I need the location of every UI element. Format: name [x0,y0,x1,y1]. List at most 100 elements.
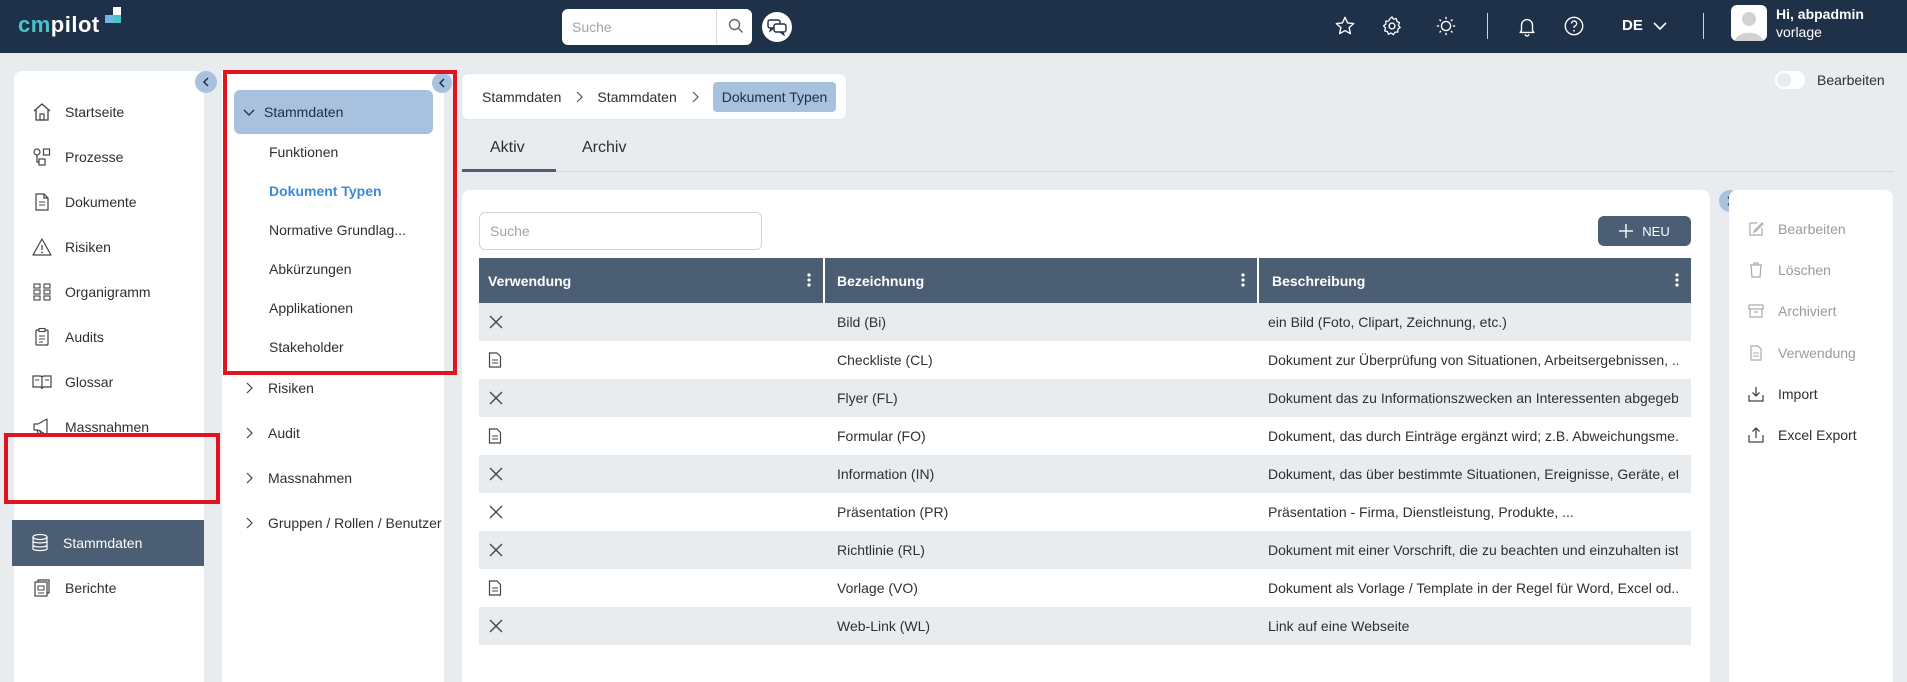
table-row[interactable]: Web-Link (WL) Link auf eine Webseite [479,607,1691,645]
table-row[interactable]: Präsentation (PR) Präsentation - Firma, D… [479,493,1691,531]
new-button[interactable]: NEU [1598,216,1691,246]
toggle-switch[interactable] [1775,71,1805,89]
cell-beschreibung: Dokument als Vorlage / Template in der R… [1268,580,1678,596]
sidebar-item-stammdaten[interactable]: Stammdaten [12,520,204,566]
table-row[interactable]: Vorlage (VO) Dokument als Vorlage / Templ… [479,569,1691,607]
subnav-group-risiken[interactable]: Risiken [244,380,314,396]
sidebar-item-organigramm[interactable]: Organigramm [14,270,204,314]
user-greeting: Hi, abpadmin [1776,6,1864,22]
chevron-down-icon[interactable] [1652,18,1668,34]
action-label: Löschen [1778,262,1831,278]
table-row[interactable]: Flyer (FL) Dokument das zu Informationszw… [479,379,1691,417]
column-menu-icon[interactable] [1241,273,1245,287]
warning-icon [31,236,53,258]
sidebar-item-label: Prozesse [65,149,124,165]
table-search-input[interactable] [479,212,762,250]
action-bearbeiten[interactable]: Bearbeiten [1746,219,1846,239]
action-label: Verwendung [1778,345,1856,361]
global-search [562,9,752,45]
table-row[interactable]: Bild (Bi) ein Bild (Foto, Clipart, Zeichn… [479,303,1691,341]
column-header-label: Beschreibung [1272,272,1366,289]
app-logo[interactable]: cmpilot [18,7,121,42]
breadcrumb-item[interactable]: Stammdaten [597,89,676,105]
sidebar-collapse-button[interactable] [195,71,217,93]
cell-beschreibung: Link auf eine Webseite [1268,618,1410,634]
action-import[interactable]: Import [1746,384,1818,404]
column-menu-icon[interactable] [807,273,811,287]
subnav-group-massnahmen[interactable]: Massnahmen [244,470,352,486]
logo-squares-icon [105,7,125,27]
global-search-input[interactable] [562,10,717,44]
subnav-group-audit[interactable]: Audit [244,425,300,441]
sidebar-item-prozesse[interactable]: Prozesse [14,135,204,179]
column-header-beschreibung[interactable]: Beschreibung [1259,258,1691,303]
import-icon [1746,384,1766,404]
x-icon [488,493,518,531]
tab-bar: Aktiv Archiv [462,131,1894,172]
chat-button[interactable] [762,12,792,42]
annotation-highlight-box [223,70,457,375]
table-row[interactable]: Checkliste (CL) Dokument zur Überprüfung … [479,341,1691,379]
action-label: Bearbeiten [1778,221,1846,237]
breadcrumb-item[interactable]: Stammdaten [482,89,561,105]
avatar [1731,5,1767,41]
cell-beschreibung: Dokument mit einer Vorschrift, die zu be… [1268,542,1678,558]
action-archiviert[interactable]: Archiviert [1746,301,1836,321]
document-types-table: Verwendung Bezeichnung Beschreibung Bild… [479,258,1691,645]
sidebar-item-startseite[interactable]: Startseite [14,90,204,134]
settings-button[interactable] [1379,13,1405,39]
new-button-label: NEU [1642,223,1670,239]
subnav-group-gruppen-rollen-benutzer[interactable]: Gruppen / Rollen / Benutzer [244,515,442,531]
sidebar-item-audits[interactable]: Audits [14,315,204,359]
process-icon [31,146,53,168]
column-header-bezeichnung[interactable]: Bezeichnung [825,258,1259,303]
action-excel-export[interactable]: Excel Export [1746,425,1857,445]
home-icon [31,101,53,123]
report-icon [31,577,53,599]
edit-mode-toggle[interactable]: Bearbeiten [1775,71,1885,89]
column-menu-icon[interactable] [1675,273,1679,287]
chevron-right-icon [244,427,256,439]
cell-beschreibung: Dokument, das über bestimmte Situationen… [1268,466,1678,482]
cell-bezeichnung: Vorlage (VO) [837,580,918,596]
language-selector[interactable]: DE [1622,17,1643,34]
x-icon [488,379,518,417]
breadcrumb: Stammdaten Stammdaten Dokument Typen [462,74,847,119]
action-loeschen[interactable]: Löschen [1746,260,1831,280]
column-header-verwendung[interactable]: Verwendung [479,258,825,303]
help-button[interactable] [1561,13,1587,39]
trash-icon [1746,260,1766,280]
table-row[interactable]: Information (IN) Dokument, das über besti… [479,455,1691,493]
cell-bezeichnung: Checkliste (CL) [837,352,933,368]
chevron-right-icon [244,472,256,484]
cell-bezeichnung: Web-Link (WL) [837,618,931,634]
tab-archiv[interactable]: Archiv [582,139,626,157]
theme-toggle-button[interactable] [1433,13,1459,39]
action-label: Archiviert [1778,303,1837,319]
gear-icon [1382,16,1401,36]
sidebar-item-dokumente[interactable]: Dokumente [14,180,204,224]
bell-icon [1519,18,1535,37]
search-icon[interactable] [728,18,744,37]
notifications-button[interactable] [1514,13,1540,39]
document-icon [488,341,518,379]
cell-beschreibung: Dokument das zu Informationszwecken an I… [1268,390,1678,406]
user-menu[interactable]: Hi, abpadmin vorlage [1731,5,1864,41]
action-verwendung[interactable]: Verwendung [1746,343,1856,363]
archive-icon [1746,301,1766,321]
sidebar-item-glossar[interactable]: Glossar [14,360,204,404]
sidebar-item-risiken[interactable]: Risiken [14,225,204,269]
database-icon [29,532,51,554]
logo-pilot-text: pilot [50,12,100,37]
tab-aktiv[interactable]: Aktiv [490,139,525,157]
favorites-button[interactable] [1332,13,1358,39]
clipboard-icon [31,326,53,348]
table-row[interactable]: Formular (FO) Dokument, das durch Einträg… [479,417,1691,455]
help-icon [1564,16,1584,36]
table-row[interactable]: Richtlinie (RL) Dokument mit einer Vorsch… [479,531,1691,569]
breadcrumb-current: Dokument Typen [712,81,837,112]
sidebar-item-berichte[interactable]: Berichte [14,566,204,610]
cell-beschreibung: Präsentation - Firma, Dienstleistung, Pr… [1268,504,1574,520]
cell-bezeichnung: Information (IN) [837,466,935,482]
cell-beschreibung: Dokument zur Überprüfung von Situationen… [1268,352,1678,368]
